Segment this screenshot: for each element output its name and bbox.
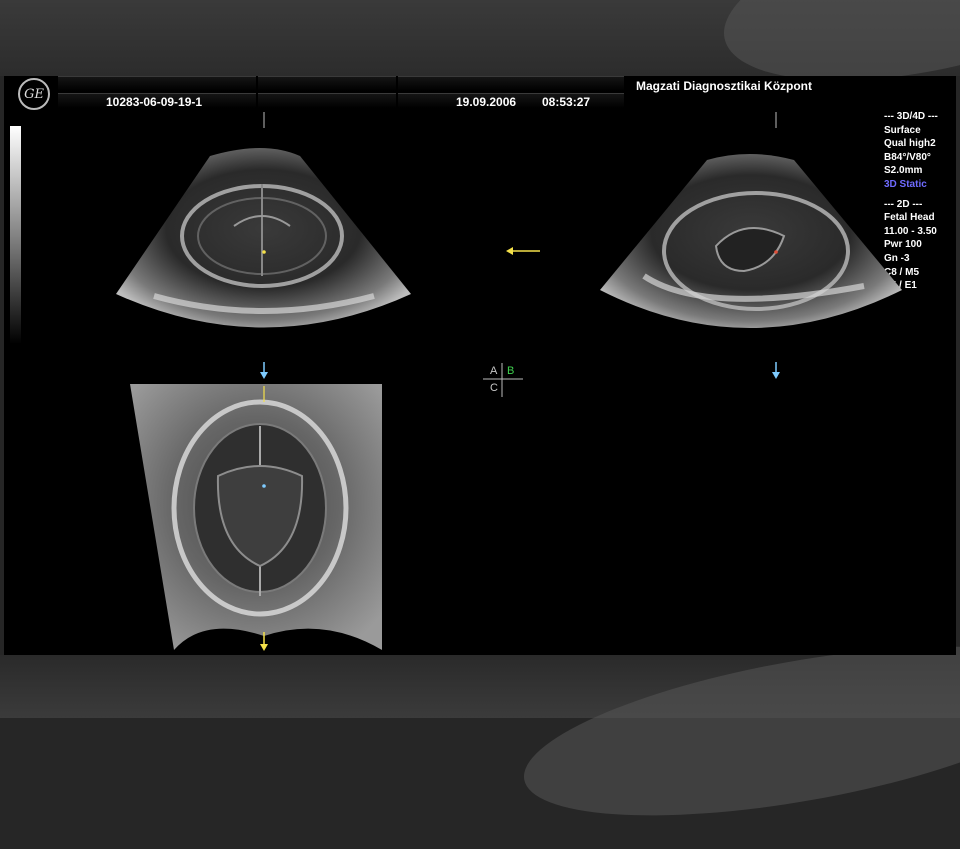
plane-a-selector[interactable]: A — [490, 365, 497, 377]
plane-c-image[interactable] — [130, 384, 382, 650]
direction-arrow-icon — [260, 362, 268, 379]
slide-frame-bottom — [0, 613, 960, 849]
plane-b-selector[interactable]: B — [507, 365, 514, 377]
ultrasound-screen: GE 10283-06-09-19-1 19.09.2006 08:53:27 … — [4, 76, 956, 655]
direction-arrow-icon — [772, 362, 780, 379]
image-panels — [116, 112, 902, 651]
direction-arrow-icon — [506, 247, 540, 255]
plane-c-selector[interactable]: C — [490, 382, 498, 394]
plane-b-image[interactable] — [600, 154, 902, 328]
slide-frame-top — [0, 0, 960, 113]
plane-a-image[interactable] — [116, 148, 411, 328]
